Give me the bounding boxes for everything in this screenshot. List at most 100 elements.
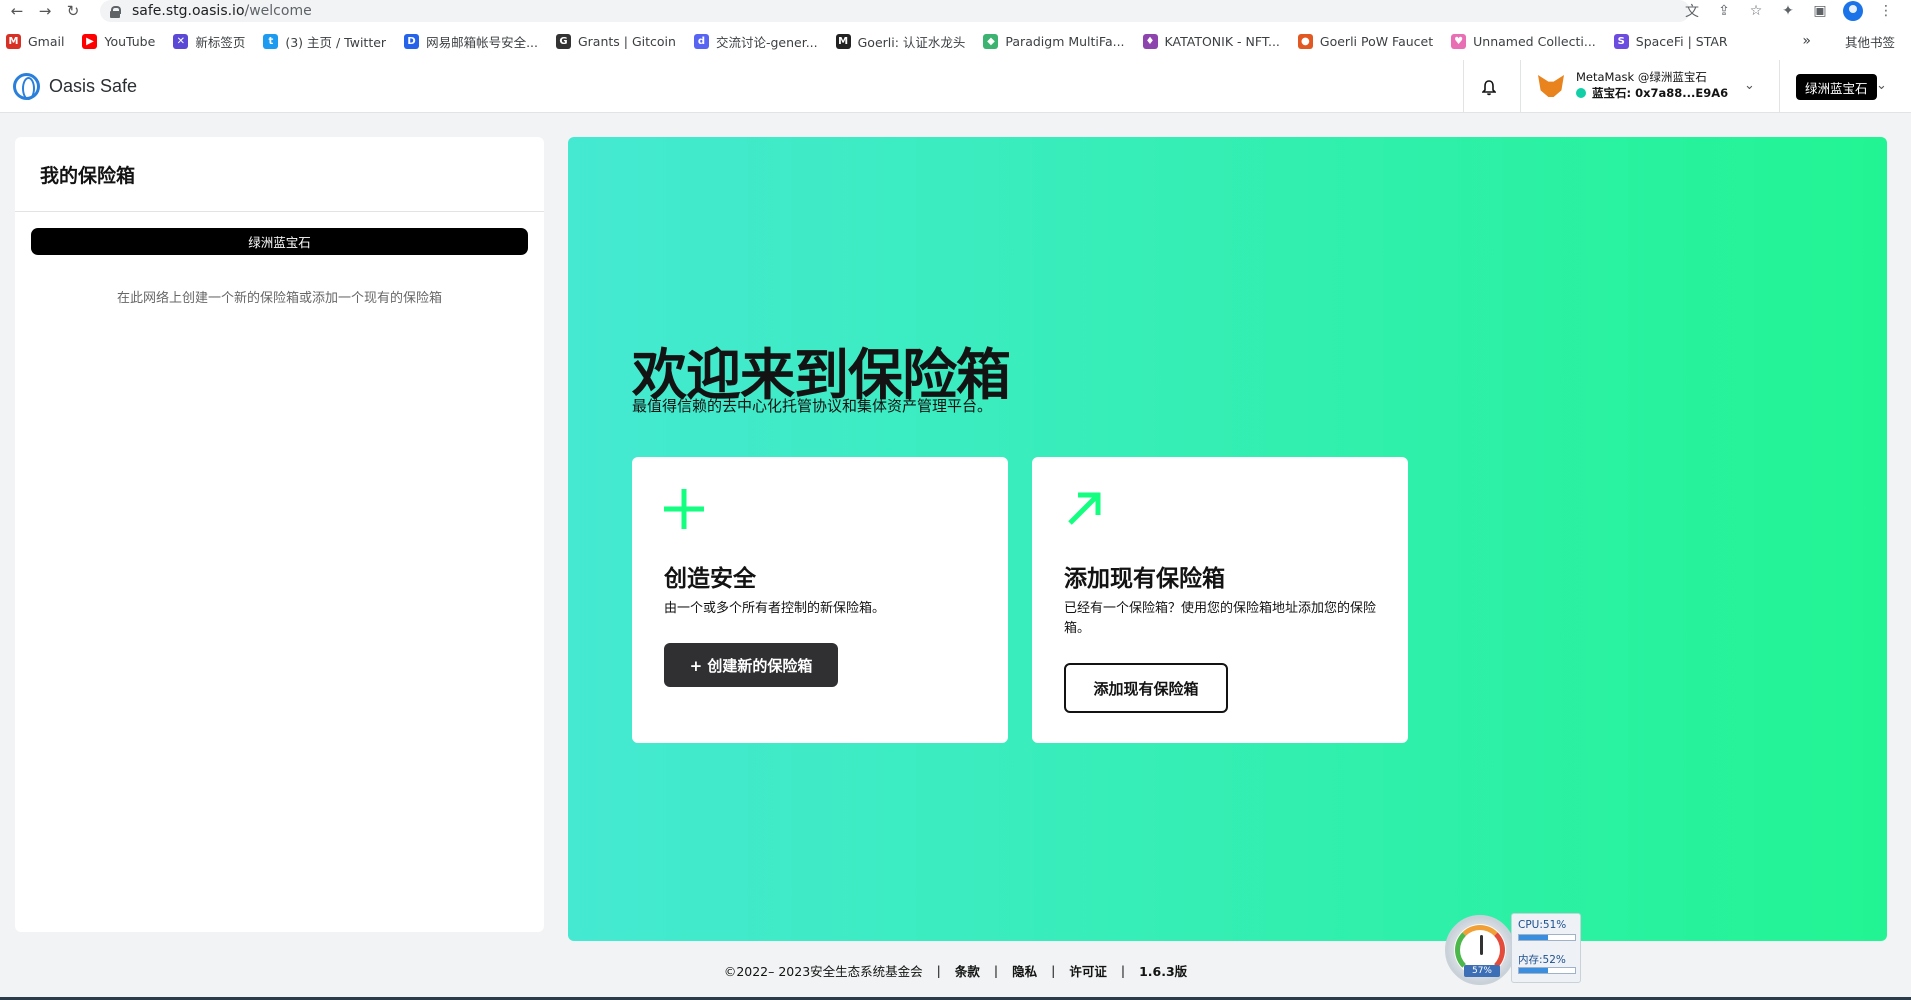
card-title: 创造安全: [664, 566, 756, 592]
translate-icon[interactable]: 文: [1683, 2, 1701, 20]
sidebar: 我的保险箱 绿洲蓝宝石 在此网络上创建一个新的保险箱或添加一个现有的保险箱: [15, 137, 544, 932]
bookmark-favicon-icon: ▶: [82, 33, 98, 49]
bookmark-item[interactable]: d 交流讨论-gener...: [693, 32, 818, 51]
bookmark-label: Unnamed Collecti...: [1473, 33, 1596, 49]
side-panel-icon[interactable]: ▣: [1811, 2, 1829, 20]
wallet-name: MetaMask @绿洲蓝宝石: [1576, 70, 1707, 84]
add-safe-card: 添加现有保险箱 已经有一个保险箱？使用您的保险箱地址添加您的保险箱。 添加现有保…: [1032, 457, 1408, 743]
footer-separator: |: [936, 962, 941, 978]
url-host: safe.stg.oasis.io: [132, 3, 245, 19]
app-logo-text: Oasis Safe: [49, 76, 138, 96]
card-description: 已经有一个保险箱？使用您的保险箱地址添加您的保险箱。: [1064, 601, 1377, 636]
bookmark-label: Goerli PoW Faucet: [1319, 33, 1434, 49]
wallet-address: 蓝宝石: 0x7a88...E9A6: [1576, 85, 1728, 101]
gauge-icon: 57%: [1445, 915, 1515, 985]
bookmark-label: (3) 主页 / Twitter: [285, 34, 387, 50]
bookmark-item[interactable]: ◆ Paradigm MultiFa...: [983, 33, 1125, 49]
metamask-fox-icon: [1538, 75, 1564, 97]
header-divider: [1779, 60, 1780, 113]
footer: ©2022– 2023安全生态系统基金会 | 条款 | 隐私 | 许可证 | 1…: [0, 958, 1911, 982]
bookmark-item[interactable]: t (3) 主页 / Twitter: [263, 32, 386, 51]
bookmark-favicon-icon: t: [263, 33, 279, 49]
bookmark-label: 交流讨论-gener...: [715, 34, 818, 50]
privacy-link[interactable]: 隐私: [1012, 961, 1037, 980]
bookmark-label: Gmail: [28, 33, 65, 49]
chevron-down-icon[interactable]: ⌄: [1876, 78, 1887, 93]
memory-bar-fill: [1519, 968, 1549, 973]
network-label: 绿洲蓝宝石: [31, 228, 528, 255]
bookmark-item[interactable]: ♦ KATATONIK - NFT...: [1142, 33, 1280, 49]
forward-arrow-icon[interactable]: →: [34, 0, 56, 22]
bookmark-item[interactable]: ▶ YouTube: [82, 33, 156, 49]
app-logo[interactable]: Oasis Safe: [13, 73, 137, 100]
terms-link[interactable]: 条款: [955, 961, 980, 980]
plus-icon: [664, 489, 704, 529]
cpu-label: CPU:51%: [1518, 919, 1567, 931]
card-title: 添加现有保险箱: [1064, 566, 1225, 592]
footer-separator: |: [1051, 962, 1056, 978]
bookmark-favicon-icon: ✕: [173, 33, 189, 49]
bookmark-item[interactable]: G Grants | Gitcoin: [555, 33, 676, 49]
header-divider: [1463, 60, 1464, 113]
gauge-value: 57%: [1464, 965, 1500, 977]
bookmark-label: YouTube: [104, 33, 156, 49]
browser-menu-icon[interactable]: ⋮: [1877, 2, 1895, 20]
system-monitor-widget[interactable]: 57% CPU:51% 内存:52%: [1445, 913, 1581, 988]
sidebar-title: 我的保险箱: [40, 165, 136, 187]
profile-avatar[interactable]: [1843, 1, 1863, 21]
bookmark-label: 网易邮箱帐号安全...: [426, 34, 538, 50]
header-divider: [1520, 60, 1521, 113]
bookmark-label: Paradigm MultiFa...: [1005, 33, 1125, 49]
version-label: 1.6.3版: [1139, 963, 1188, 979]
bookmark-item[interactable]: ✕ 新标签页: [173, 32, 245, 51]
cpu-bar-fill: [1519, 935, 1548, 940]
bookmark-star-icon[interactable]: ☆: [1747, 2, 1765, 20]
wallet-address-text: 蓝宝石: 0x7a88...E9A6: [1592, 86, 1729, 100]
bookmark-favicon-icon: ◆: [983, 33, 999, 49]
bookmark-favicon-icon: ♦: [1142, 33, 1158, 49]
bookmark-item[interactable]: D 网易邮箱帐号安全...: [404, 32, 538, 51]
licenses-link[interactable]: 许可证: [1069, 961, 1107, 980]
chevron-down-icon[interactable]: ⌄: [1744, 78, 1755, 93]
extensions-icon[interactable]: ✦: [1779, 2, 1797, 20]
cpu-bar: [1518, 934, 1576, 941]
footer-separator: |: [993, 962, 999, 978]
account-identicon: [1576, 88, 1586, 98]
share-icon[interactable]: ⇪: [1715, 2, 1733, 20]
card-description: 由一个或多个所有者控制的新保险箱。: [664, 601, 886, 616]
arrow-up-right-icon: [1068, 492, 1101, 525]
copyright: ©2022– 2023安全生态系统基金会: [723, 963, 923, 979]
network-selector[interactable]: 绿洲蓝宝石: [1796, 74, 1877, 100]
bookmark-favicon-icon: M: [6, 33, 21, 49]
bookmark-favicon-icon: D: [404, 33, 420, 49]
add-existing-safe-button[interactable]: 添加现有保险箱: [1064, 663, 1228, 713]
bookmarks-overflow-button[interactable]: »: [1802, 22, 1811, 60]
bookmark-item[interactable]: M Gmail: [6, 33, 65, 49]
bookmark-favicon-icon: ♥: [1451, 33, 1467, 49]
create-safe-card: 创造安全 由一个或多个所有者控制的新保险箱。 + 创建新的保险箱: [632, 457, 1008, 743]
welcome-hero: 欢迎来到保险箱 最值得信赖的去中心化托管协议和集体资产管理平台。 创造安全 由一…: [568, 137, 1887, 941]
lock-icon: [110, 5, 121, 18]
bookmark-item[interactable]: ♥ Unnamed Collecti...: [1451, 33, 1596, 49]
reload-icon[interactable]: ↻: [62, 0, 84, 22]
monitor-panel: CPU:51% 内存:52%: [1511, 913, 1581, 983]
bookmark-label: 新标签页: [195, 34, 246, 50]
back-arrow-icon[interactable]: ←: [6, 0, 28, 22]
wallet-connection[interactable]: MetaMask @绿洲蓝宝石 蓝宝石: 0x7a88...E9A6: [1538, 69, 1758, 105]
memory-label: 内存:52%: [1518, 954, 1566, 966]
bookmark-favicon-icon: G: [555, 33, 571, 49]
footer-separator: |: [1120, 962, 1126, 978]
other-bookmarks-folder[interactable]: 其他书签: [1845, 22, 1895, 60]
page-subtitle: 最值得信赖的去中心化托管协议和集体资产管理平台。: [632, 397, 993, 415]
bookmark-item[interactable]: M Goerli: 认证水龙头: [835, 32, 965, 51]
bookmark-item[interactable]: S SpaceFi | STAR: [1613, 33, 1728, 49]
bookmark-label: KATATONIK - NFT...: [1164, 33, 1280, 49]
url-bar[interactable]: safe.stg.oasis.io/welcome: [100, 0, 1690, 22]
bookmark-favicon-icon: ●: [1297, 33, 1313, 49]
create-safe-button[interactable]: + 创建新的保险箱: [664, 643, 838, 687]
bookmark-label: SpaceFi | STAR: [1635, 33, 1728, 49]
bell-icon[interactable]: [1478, 77, 1500, 99]
oasis-logo-icon: [13, 73, 40, 100]
bookmark-favicon-icon: M: [835, 33, 851, 49]
bookmark-item[interactable]: ● Goerli PoW Faucet: [1297, 33, 1434, 49]
